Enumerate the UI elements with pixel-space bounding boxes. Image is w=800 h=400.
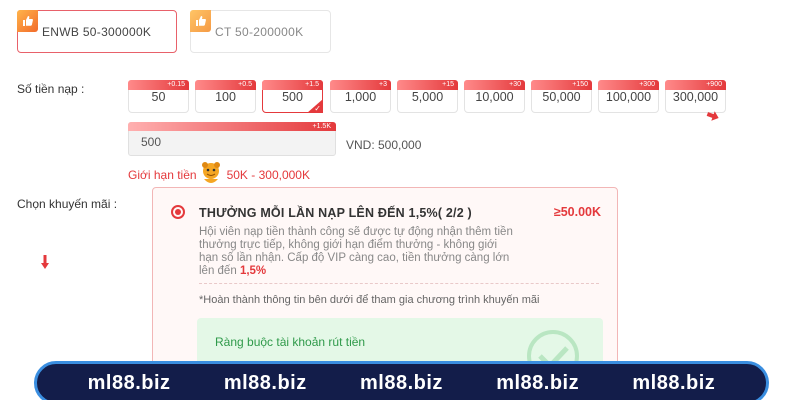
- chip-value: 300,000: [672, 90, 719, 104]
- chip-bonus: +30: [464, 80, 525, 90]
- banner-text: ml88.biz: [360, 371, 443, 394]
- banner-text: ml88.biz: [87, 371, 171, 394]
- amount-chip-1000[interactable]: +3 1,000: [330, 80, 391, 113]
- chip-bonus: +150: [531, 80, 592, 90]
- thumbs-up-icon: [190, 10, 211, 32]
- chip-bonus: +3: [330, 80, 391, 90]
- amount-chip-50[interactable]: +0.15 50: [128, 80, 189, 113]
- chip-value: 500: [282, 90, 303, 104]
- amount-chip-300000[interactable]: +900 300,000: [665, 80, 726, 113]
- method-label: ENWB 50-300000K: [42, 24, 152, 39]
- watermark-banner: ml88.biz ml88.biz ml88.biz ml88.biz ml88…: [34, 361, 769, 400]
- amount-chip-5000[interactable]: +15 5,000: [397, 80, 458, 113]
- method-enwb[interactable]: ENWB 50-300000K: [17, 10, 177, 53]
- promo-label: Chọn khuyến mãi :: [17, 197, 118, 211]
- promo-card[interactable]: THƯỞNG MỖI LẦN NẠP LÊN ĐẾN 1,5%( 2/2 ) ≥…: [152, 187, 618, 387]
- thumbs-up-icon: [17, 10, 38, 32]
- mascot-icon: [202, 162, 220, 183]
- chip-bonus: +300: [598, 80, 659, 90]
- amount-input-value: 500: [141, 135, 162, 149]
- promo-amount: ≥50.00K: [553, 205, 601, 219]
- chip-bonus: +900: [665, 80, 726, 90]
- method-label: CT 50-200000K: [215, 24, 304, 39]
- chip-bonus: +0.5: [195, 80, 256, 90]
- chip-bonus: +0.15: [128, 80, 189, 90]
- amount-chip-100000[interactable]: +300 100,000: [598, 80, 659, 113]
- amount-label: Số tiền nạp :: [17, 82, 85, 96]
- banner-text: ml88.biz: [496, 371, 580, 394]
- divider: [199, 283, 599, 284]
- arrow-icon: [706, 111, 719, 121]
- chip-value: 100: [215, 90, 236, 104]
- amount-chip-500[interactable]: +1.5 500 ✓: [262, 80, 323, 113]
- bind-account-label: Ràng buộc tài khoản rút tiền: [215, 335, 366, 349]
- method-ct[interactable]: CT 50-200000K: [190, 10, 331, 53]
- banner-text: ml88.biz: [632, 371, 716, 394]
- chip-bonus: +1.5: [262, 80, 323, 90]
- amount-chip-100[interactable]: +0.5 100: [195, 80, 256, 113]
- limit-range: 50K - 300,000K: [226, 168, 310, 182]
- banner-text: ml88.biz: [223, 371, 307, 394]
- amount-chip-50000[interactable]: +150 50,000: [531, 80, 592, 113]
- limit-label: Giới hạn tiền: [128, 168, 197, 182]
- chip-value: 1,000: [344, 90, 377, 104]
- amount-chip-10000[interactable]: +30 10,000: [464, 80, 525, 113]
- promo-description: Hội viên nạp tiền thành công sẽ được tự …: [199, 226, 519, 278]
- promo-title: THƯỞNG MỖI LẦN NẠP LÊN ĐẾN 1,5%( 2/2 ): [199, 206, 472, 220]
- chip-value: 5,000: [411, 90, 444, 104]
- promo-note: *Hoàn thành thông tin bên dưới để tham g…: [199, 294, 540, 306]
- chip-bonus: +15: [397, 80, 458, 90]
- vnd-text: VND: 500,000: [346, 138, 422, 152]
- arrow-icon: [41, 255, 49, 269]
- amount-input[interactable]: +1.5K 500: [128, 122, 336, 156]
- chip-value: 100,000: [605, 90, 652, 104]
- selected-check-icon: ✓: [307, 99, 323, 113]
- input-bonus: +1.5K: [128, 122, 336, 131]
- chip-value: 50: [151, 90, 166, 104]
- promo-desc-highlight: 1,5%: [239, 265, 267, 277]
- chip-value: 10,000: [475, 90, 514, 104]
- chip-value: 50,000: [542, 90, 581, 104]
- promo-radio[interactable]: [171, 205, 185, 219]
